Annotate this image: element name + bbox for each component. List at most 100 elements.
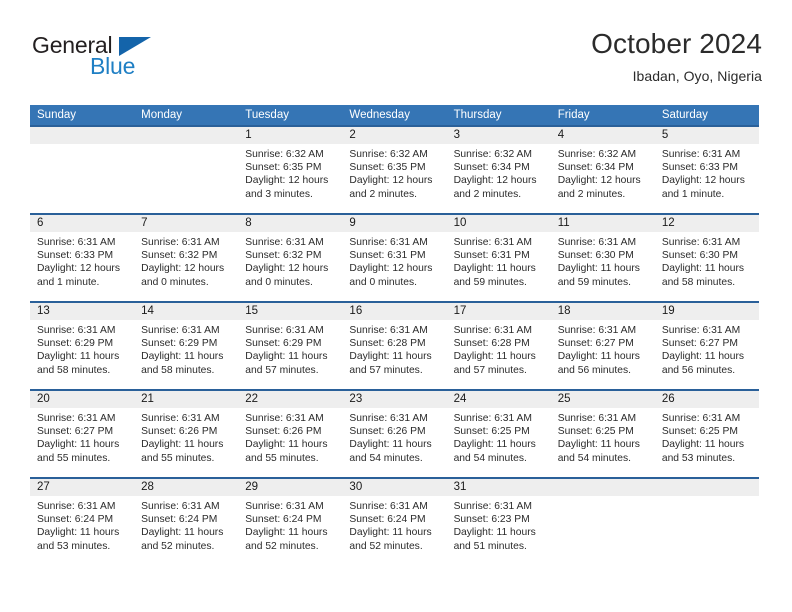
daylight-text: Daylight: 11 hours [37,439,120,451]
day-cell-25[interactable]: 25 Sunrise: 6:31 AM Sunset: 6:25 PM Dayligh… [550,391,655,477]
day-cell-18[interactable]: 18 Sunrise: 6:31 AM Sunset: 6:27 PM Dayligh… [550,303,655,389]
day-number-band: 17 [446,303,551,320]
day-number-band: 4 [550,127,655,144]
day-details: Sunrise: 6:31 AM Sunset: 6:32 PM Daylight:… [238,232,342,289]
day-cell-15[interactable]: 15 Sunrise: 6:31 AM Sunset: 6:29 PM Dayligh… [238,303,343,389]
brand-logo[interactable]: General Blue [30,28,280,88]
day-number-band [30,127,135,144]
day-details: Sunrise: 6:31 AM Sunset: 6:32 PM Daylight:… [134,232,238,289]
daylight-text: Daylight: 11 hours [245,527,328,539]
day-cell-5[interactable]: 5 Sunrise: 6:31 AM Sunset: 6:33 PM Daylight… [654,127,759,213]
daylight-text-cont: and 53 minutes. [37,540,111,552]
daylight-text: Daylight: 12 hours [245,263,329,275]
sunrise-text: Sunrise: 6:31 AM [557,413,637,424]
daylight-text: Daylight: 12 hours [453,175,537,187]
calendar-week-row: 20 Sunrise: 6:31 AM Sunset: 6:27 PM Dayligh… [30,389,759,477]
day-cell-empty [550,479,655,565]
sunrise-text: Sunrise: 6:31 AM [245,325,324,336]
sunrise-text: Sunrise: 6:31 AM [661,237,741,248]
sunset-text: Sunset: 6:28 PM [453,338,530,350]
daylight-text-cont: and 3 minutes. [245,188,313,200]
weekday-header-saturday: Saturday [661,109,708,121]
day-details: Sunrise: 6:31 AM Sunset: 6:33 PM Daylight:… [655,144,759,201]
day-number-band: 14 [134,303,239,320]
sunset-text: Sunset: 6:34 PM [557,162,634,174]
sunset-text: Sunset: 6:26 PM [245,426,322,438]
day-number-band: 3 [446,127,551,144]
day-cell-24[interactable]: 24 Sunrise: 6:31 AM Sunset: 6:25 PM Dayligh… [446,391,551,477]
day-cell-19[interactable]: 19 Sunrise: 6:31 AM Sunset: 6:27 PM Dayligh… [654,303,759,389]
day-number-band: 16 [342,303,447,320]
day-cell-1[interactable]: 1 Sunrise: 6:32 AM Sunset: 6:35 PM Daylight… [238,127,343,213]
daylight-text-cont: and 59 minutes. [557,276,631,288]
day-cell-16[interactable]: 16 Sunrise: 6:31 AM Sunset: 6:28 PM Dayligh… [342,303,447,389]
day-cell-27[interactable]: 27 Sunrise: 6:31 AM Sunset: 6:24 PM Dayligh… [30,479,135,565]
day-cell-11[interactable]: 11 Sunrise: 6:31 AM Sunset: 6:30 PM Dayligh… [550,215,655,301]
day-cell-9[interactable]: 9 Sunrise: 6:31 AM Sunset: 6:31 PM Daylight… [342,215,447,301]
daylight-text-cont: and 56 minutes. [557,364,631,376]
day-cell-22[interactable]: 22 Sunrise: 6:31 AM Sunset: 6:26 PM Dayligh… [238,391,343,477]
day-cell-12[interactable]: 12 Sunrise: 6:31 AM Sunset: 6:30 PM Dayligh… [654,215,759,301]
day-cell-29[interactable]: 29 Sunrise: 6:31 AM Sunset: 6:24 PM Dayligh… [238,479,343,565]
day-number-band: 26 [654,391,759,408]
day-number-band: 22 [238,391,343,408]
day-details: Sunrise: 6:32 AM Sunset: 6:34 PM Daylight:… [447,144,551,201]
day-details: Sunrise: 6:31 AM Sunset: 6:24 PM Daylight:… [342,496,446,553]
daylight-text-cont: and 2 minutes. [453,188,522,200]
day-number-band: 9 [342,215,447,232]
day-cell-13[interactable]: 13 Sunrise: 6:31 AM Sunset: 6:29 PM Dayligh… [30,303,135,389]
day-number: 11 [557,217,570,229]
sunset-text: Sunset: 6:34 PM [453,162,530,174]
day-cell-8[interactable]: 8 Sunrise: 6:31 AM Sunset: 6:32 PM Daylight… [238,215,343,301]
day-cell-2[interactable]: 2 Sunrise: 6:32 AM Sunset: 6:35 PM Daylight… [342,127,447,213]
sunset-text: Sunset: 6:29 PM [141,338,218,350]
daylight-text: Daylight: 11 hours [141,527,224,539]
sunset-text: Sunset: 6:24 PM [37,514,114,526]
day-cell-6[interactable]: 6 Sunrise: 6:31 AM Sunset: 6:33 PM Daylight… [30,215,135,301]
day-number-band: 27 [30,479,135,496]
sunset-text: Sunset: 6:33 PM [661,162,738,174]
sunset-text: Sunset: 6:27 PM [661,338,738,350]
sunset-text: Sunset: 6:31 PM [453,250,530,262]
daylight-text: Daylight: 11 hours [557,263,640,275]
day-number: 14 [141,305,154,317]
daylight-text-cont: and 55 minutes. [141,452,215,464]
daylight-text-cont: and 58 minutes. [141,364,215,376]
day-cell-20[interactable]: 20 Sunrise: 6:31 AM Sunset: 6:27 PM Dayligh… [30,391,135,477]
daylight-text: Daylight: 11 hours [349,527,432,539]
daylight-text-cont: and 1 minute. [661,188,725,200]
day-details: Sunrise: 6:31 AM Sunset: 6:24 PM Daylight:… [30,496,134,553]
daylight-text-cont: and 52 minutes. [141,540,215,552]
day-cell-10[interactable]: 10 Sunrise: 6:31 AM Sunset: 6:31 PM Dayligh… [446,215,551,301]
daylight-text-cont: and 0 minutes. [245,276,313,288]
weekday-header-thursday: Thursday [453,109,502,121]
day-cell-26[interactable]: 26 Sunrise: 6:31 AM Sunset: 6:25 PM Dayligh… [654,391,759,477]
day-cell-14[interactable]: 14 Sunrise: 6:31 AM Sunset: 6:29 PM Dayligh… [134,303,239,389]
day-number: 24 [453,393,467,405]
day-cell-31[interactable]: 31 Sunrise: 6:31 AM Sunset: 6:23 PM Dayligh… [446,479,551,565]
day-cell-7[interactable]: 7 Sunrise: 6:31 AM Sunset: 6:32 PM Daylight… [134,215,239,301]
day-cell-17[interactable]: 17 Sunrise: 6:31 AM Sunset: 6:28 PM Dayligh… [446,303,551,389]
sunrise-text: Sunrise: 6:32 AM [557,149,637,160]
daylight-text: Daylight: 12 hours [661,175,745,187]
day-cell-21[interactable]: 21 Sunrise: 6:31 AM Sunset: 6:26 PM Dayligh… [134,391,239,477]
daylight-text-cont: and 51 minutes. [453,540,527,552]
day-cell-30[interactable]: 30 Sunrise: 6:31 AM Sunset: 6:24 PM Dayligh… [342,479,447,565]
daylight-text-cont: and 55 minutes. [37,452,111,464]
day-details: Sunrise: 6:31 AM Sunset: 6:24 PM Daylight:… [238,496,342,553]
daylight-text-cont: and 52 minutes. [245,540,319,552]
day-number-band: 7 [134,215,239,232]
sunrise-text: Sunrise: 6:31 AM [661,149,741,160]
day-cell-4[interactable]: 4 Sunrise: 6:32 AM Sunset: 6:34 PM Daylight… [550,127,655,213]
sunrise-text: Sunrise: 6:31 AM [141,325,220,336]
sunset-text: Sunset: 6:29 PM [37,338,114,350]
day-details: Sunrise: 6:31 AM Sunset: 6:30 PM Daylight:… [551,232,655,289]
day-cell-23[interactable]: 23 Sunrise: 6:31 AM Sunset: 6:26 PM Dayligh… [342,391,447,477]
day-number: 26 [661,393,675,405]
day-cell-3[interactable]: 3 Sunrise: 6:32 AM Sunset: 6:34 PM Daylight… [446,127,551,213]
day-number: 5 [661,129,669,141]
day-number-band: 20 [30,391,135,408]
day-cell-28[interactable]: 28 Sunrise: 6:31 AM Sunset: 6:24 PM Dayligh… [134,479,239,565]
weekday-header-tuesday: Tuesday [245,109,289,121]
daylight-text: Daylight: 11 hours [661,439,745,451]
